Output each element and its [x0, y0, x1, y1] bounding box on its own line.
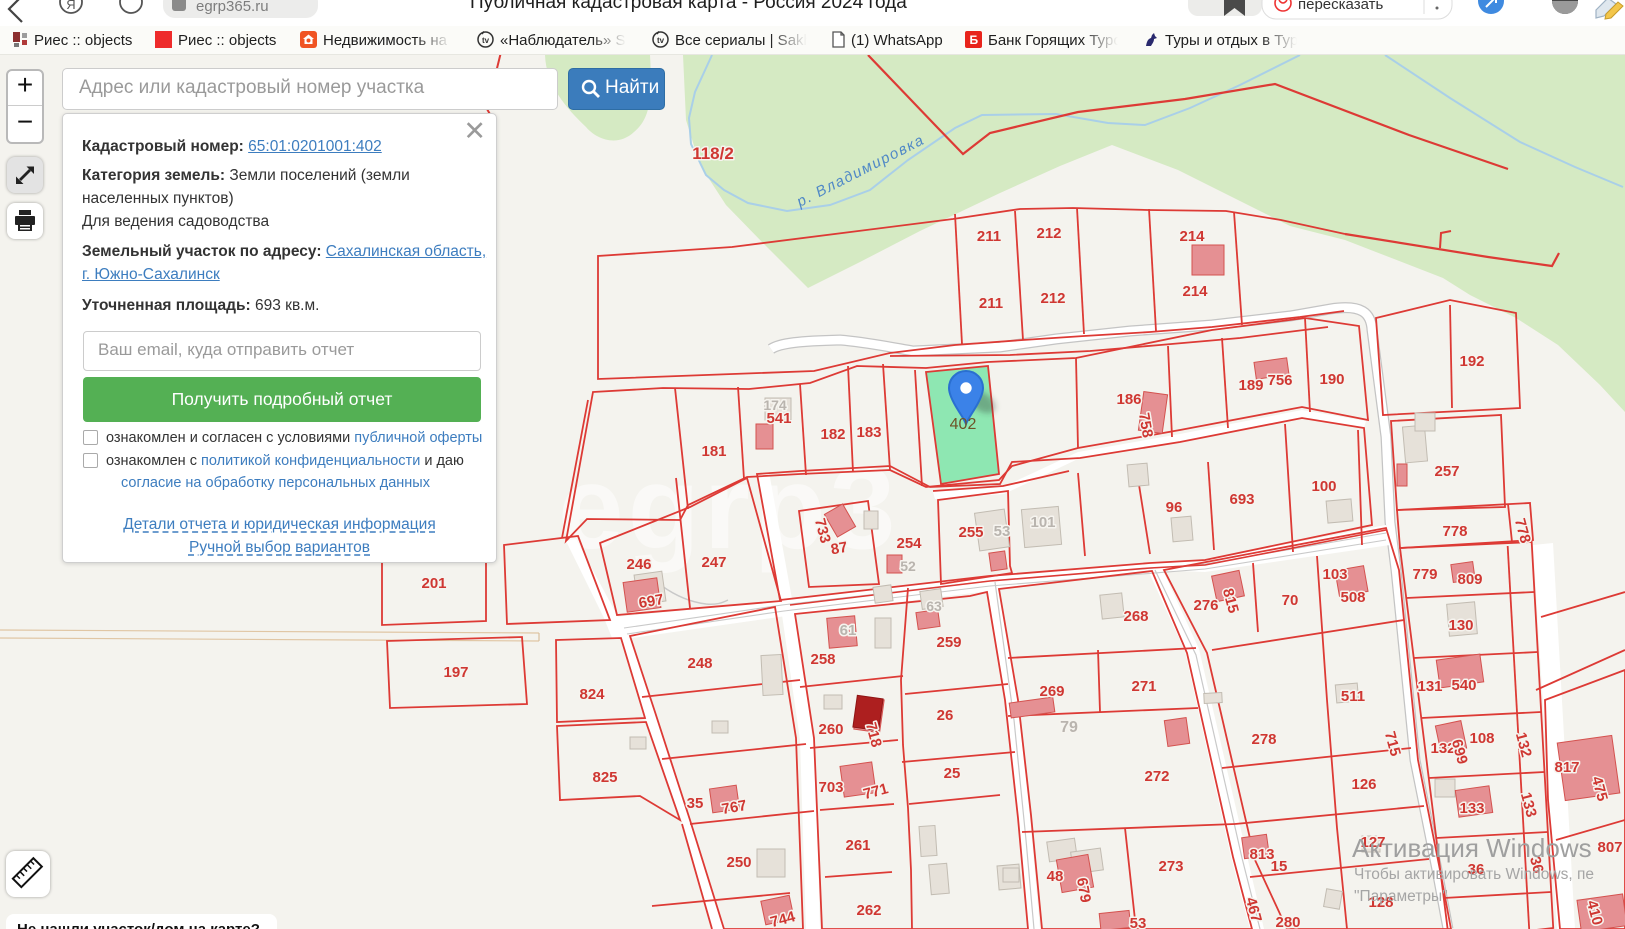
svg-text:100: 100 — [1311, 478, 1336, 495]
svg-text:183: 183 — [856, 424, 881, 441]
svg-text:778: 778 — [1442, 523, 1467, 540]
svg-text:130: 130 — [1448, 617, 1473, 634]
svg-text:192: 192 — [1459, 353, 1484, 370]
svg-text:703: 703 — [818, 779, 843, 796]
svg-text:211: 211 — [977, 228, 1001, 245]
svg-text:268: 268 — [1123, 608, 1148, 625]
svg-text:247: 247 — [701, 554, 726, 571]
svg-text:190: 190 — [1319, 371, 1344, 388]
svg-text:25: 25 — [944, 765, 961, 782]
svg-text:214: 214 — [1182, 283, 1208, 300]
svg-text:131: 131 — [1417, 678, 1442, 695]
svg-text:809: 809 — [1457, 571, 1482, 588]
svg-text:258: 258 — [810, 651, 835, 668]
svg-text:246: 246 — [626, 556, 651, 573]
svg-text:egrp365.ru: egrp365.ru — [196, 0, 269, 15]
svg-text:779: 779 — [1412, 566, 1437, 583]
svg-text:257: 257 — [1434, 463, 1459, 480]
svg-text:87: 87 — [830, 539, 849, 559]
svg-text:tv: tv — [482, 36, 490, 45]
svg-text:254: 254 — [896, 535, 922, 552]
svg-text:269: 269 — [1039, 683, 1064, 700]
svg-text:48: 48 — [1047, 868, 1064, 885]
svg-text:15: 15 — [1271, 858, 1288, 875]
svg-text:189: 189 — [1238, 377, 1263, 394]
svg-text:Я: Я — [66, 0, 75, 12]
svg-text:211: 211 — [979, 295, 1003, 312]
svg-text:133: 133 — [1459, 800, 1484, 817]
svg-text:280: 280 — [1275, 914, 1300, 929]
svg-text:108: 108 — [1469, 730, 1494, 747]
svg-text:278: 278 — [1251, 731, 1276, 748]
svg-text:825: 825 — [592, 769, 617, 786]
svg-text:260: 260 — [818, 721, 843, 738]
svg-text:Публичная кадастровая карта -: Публичная кадастровая карта - Россия 202… — [470, 0, 907, 13]
svg-text:508: 508 — [1340, 589, 1365, 606]
svg-text:Б: Б — [970, 33, 979, 47]
svg-text:tv: tv — [657, 36, 665, 45]
svg-text:807: 807 — [1597, 839, 1622, 856]
svg-text:261: 261 — [845, 837, 870, 854]
svg-text:212: 212 — [1040, 290, 1065, 307]
svg-text:96: 96 — [1166, 499, 1183, 516]
svg-text:53: 53 — [1130, 915, 1147, 929]
svg-text:272: 272 — [1144, 768, 1169, 785]
svg-text:61: 61 — [840, 622, 857, 639]
svg-text:182: 182 — [820, 426, 845, 443]
svg-text:250: 250 — [726, 854, 751, 871]
svg-text:101: 101 — [1030, 514, 1055, 531]
svg-text:79: 79 — [1060, 719, 1078, 736]
svg-text:824: 824 — [579, 686, 605, 703]
svg-text:70: 70 — [1282, 592, 1299, 609]
svg-text:201: 201 — [421, 575, 446, 592]
svg-text:259: 259 — [936, 634, 961, 651]
svg-text:53: 53 — [994, 523, 1011, 540]
svg-text:540: 540 — [1451, 677, 1476, 694]
svg-text:пересказать: пересказать — [1298, 0, 1383, 13]
svg-text:276: 276 — [1193, 597, 1218, 614]
svg-text:103: 103 — [1322, 566, 1347, 583]
svg-text:273: 273 — [1158, 858, 1183, 875]
svg-text:214: 214 — [1179, 228, 1205, 245]
svg-text:186: 186 — [1116, 391, 1141, 408]
svg-text:26: 26 — [937, 707, 954, 724]
svg-text:271: 271 — [1131, 678, 1156, 695]
svg-text:693: 693 — [1229, 491, 1254, 508]
svg-text:35: 35 — [687, 795, 704, 812]
svg-text:511: 511 — [1341, 688, 1365, 705]
svg-text:756: 756 — [1267, 372, 1292, 389]
svg-text:212: 212 — [1036, 225, 1061, 242]
svg-text:181: 181 — [701, 443, 726, 460]
svg-text:817: 817 — [1554, 759, 1579, 776]
svg-text:174: 174 — [763, 397, 787, 413]
svg-text:118/2: 118/2 — [692, 144, 734, 163]
svg-text:402: 402 — [950, 416, 977, 433]
svg-text:262: 262 — [856, 902, 881, 919]
svg-text:63: 63 — [926, 598, 942, 614]
svg-text:52: 52 — [900, 558, 916, 574]
svg-text:255: 255 — [958, 524, 983, 541]
svg-text:197: 197 — [443, 664, 468, 681]
svg-text:126: 126 — [1351, 776, 1376, 793]
svg-text:248: 248 — [687, 655, 712, 672]
